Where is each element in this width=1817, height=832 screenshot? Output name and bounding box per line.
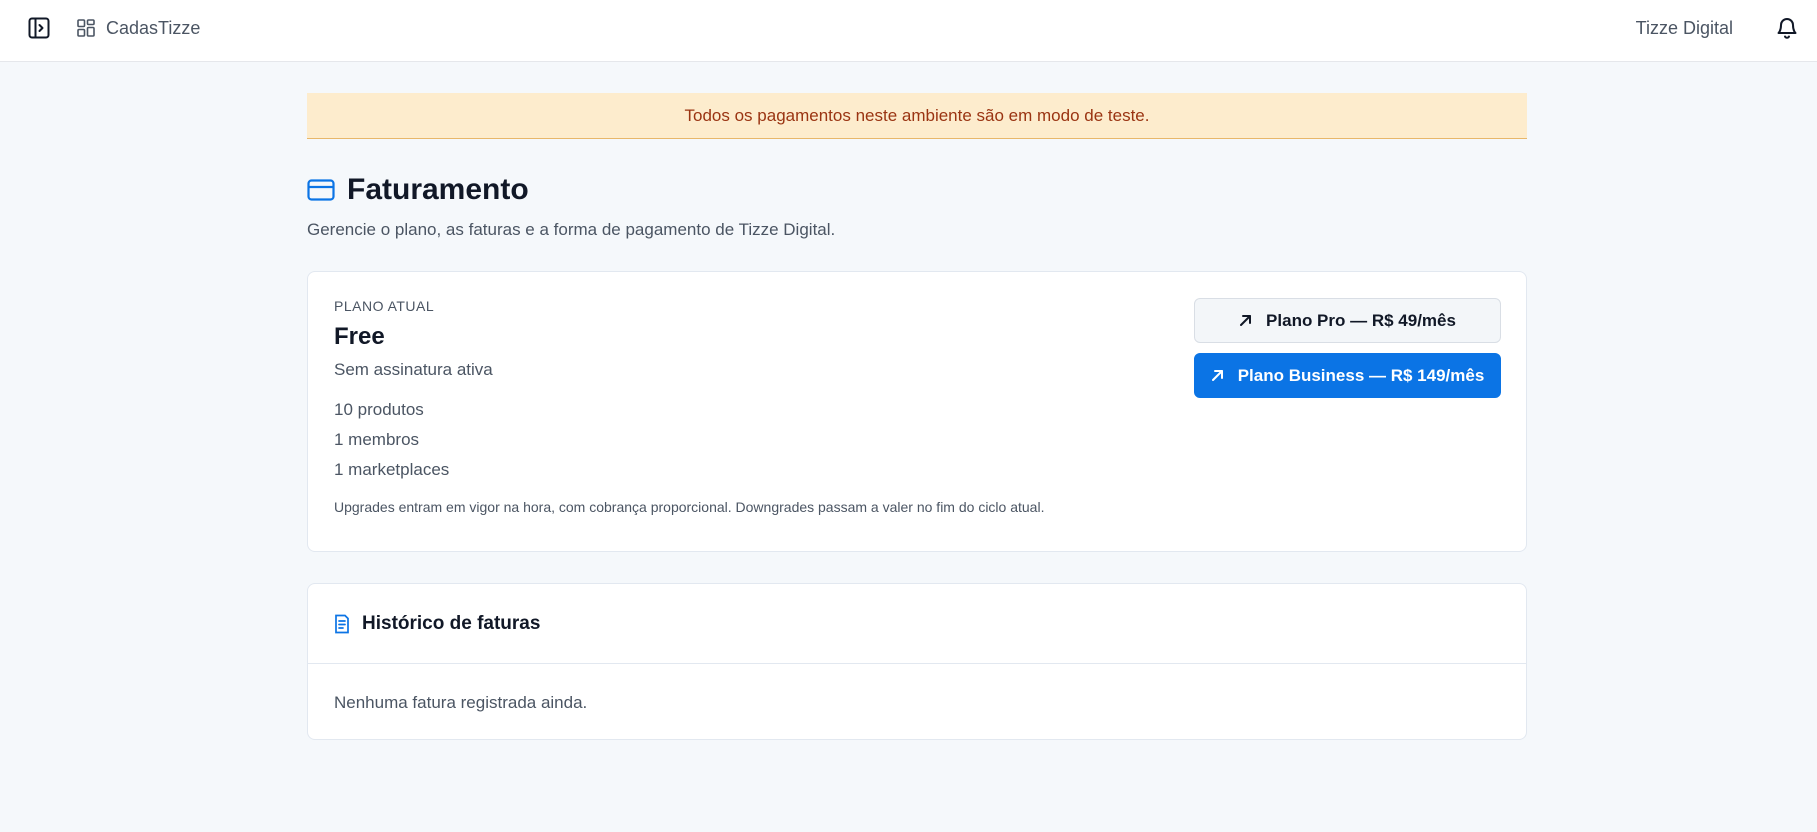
sidebar-toggle-button[interactable] <box>26 15 52 41</box>
notifications-button[interactable] <box>1773 14 1801 42</box>
invoice-history-header: Histórico de faturas <box>308 584 1526 664</box>
organization-name[interactable]: Tizze Digital <box>1636 18 1733 39</box>
page-header: Faturamento <box>307 173 1527 207</box>
grid-icon <box>77 19 95 37</box>
plan-feature-products: 10 produtos <box>334 400 424 419</box>
credit-card-icon <box>307 179 335 201</box>
sidebar-toggle-icon <box>28 17 50 39</box>
current-plan-card: PLANO ATUAL Free Sem assinatura ativa 10… <box>307 271 1527 552</box>
page-subtitle: Gerencie o plano, as faturas e a forma d… <box>307 220 836 239</box>
plan-features-list: 10 produtos 1 membros 1 marketplaces <box>334 395 1500 485</box>
top-bar: CadasTizze Tizze Digital <box>0 0 1817 62</box>
upgrade-pro-button[interactable]: Plano Pro — R$ 49/mês <box>1194 298 1501 343</box>
plan-note: Upgrades entram em vigor na hora, com co… <box>334 499 1045 515</box>
upgrade-business-label: Plano Business — R$ 149/mês <box>1237 365 1485 385</box>
upgrade-pro-label: Plano Pro — R$ 49/mês <box>1266 310 1456 330</box>
bell-icon <box>1777 18 1797 39</box>
page-title: Faturamento <box>347 173 529 206</box>
test-mode-banner: Todos os pagamentos neste ambiente são e… <box>307 93 1527 139</box>
plan-feature-marketplaces: 1 marketplaces <box>334 460 450 479</box>
arrow-up-right-icon <box>1211 370 1223 381</box>
arrow-up-right-icon <box>1240 315 1252 326</box>
plan-feature-members: 1 membros <box>334 430 420 449</box>
brand-link[interactable]: CadasTizze <box>77 16 200 40</box>
invoice-empty-state: Nenhuma fatura registrada ainda. <box>334 693 588 712</box>
upgrade-business-button[interactable]: Plano Business — R$ 149/mês <box>1194 353 1501 398</box>
invoice-history-title: Histórico de faturas <box>362 612 541 634</box>
main-content: Todos os pagamentos neste ambiente são e… <box>307 93 1527 740</box>
plan-actions: Plano Pro — R$ 49/mês Plano Business — R… <box>1194 298 1501 398</box>
receipt-icon <box>335 614 349 633</box>
invoice-history-card: Histórico de faturas Nenhuma fatura regi… <box>307 583 1527 740</box>
app-name: CadasTizze <box>106 17 201 38</box>
test-mode-text: Todos os pagamentos neste ambiente são e… <box>684 105 1150 125</box>
